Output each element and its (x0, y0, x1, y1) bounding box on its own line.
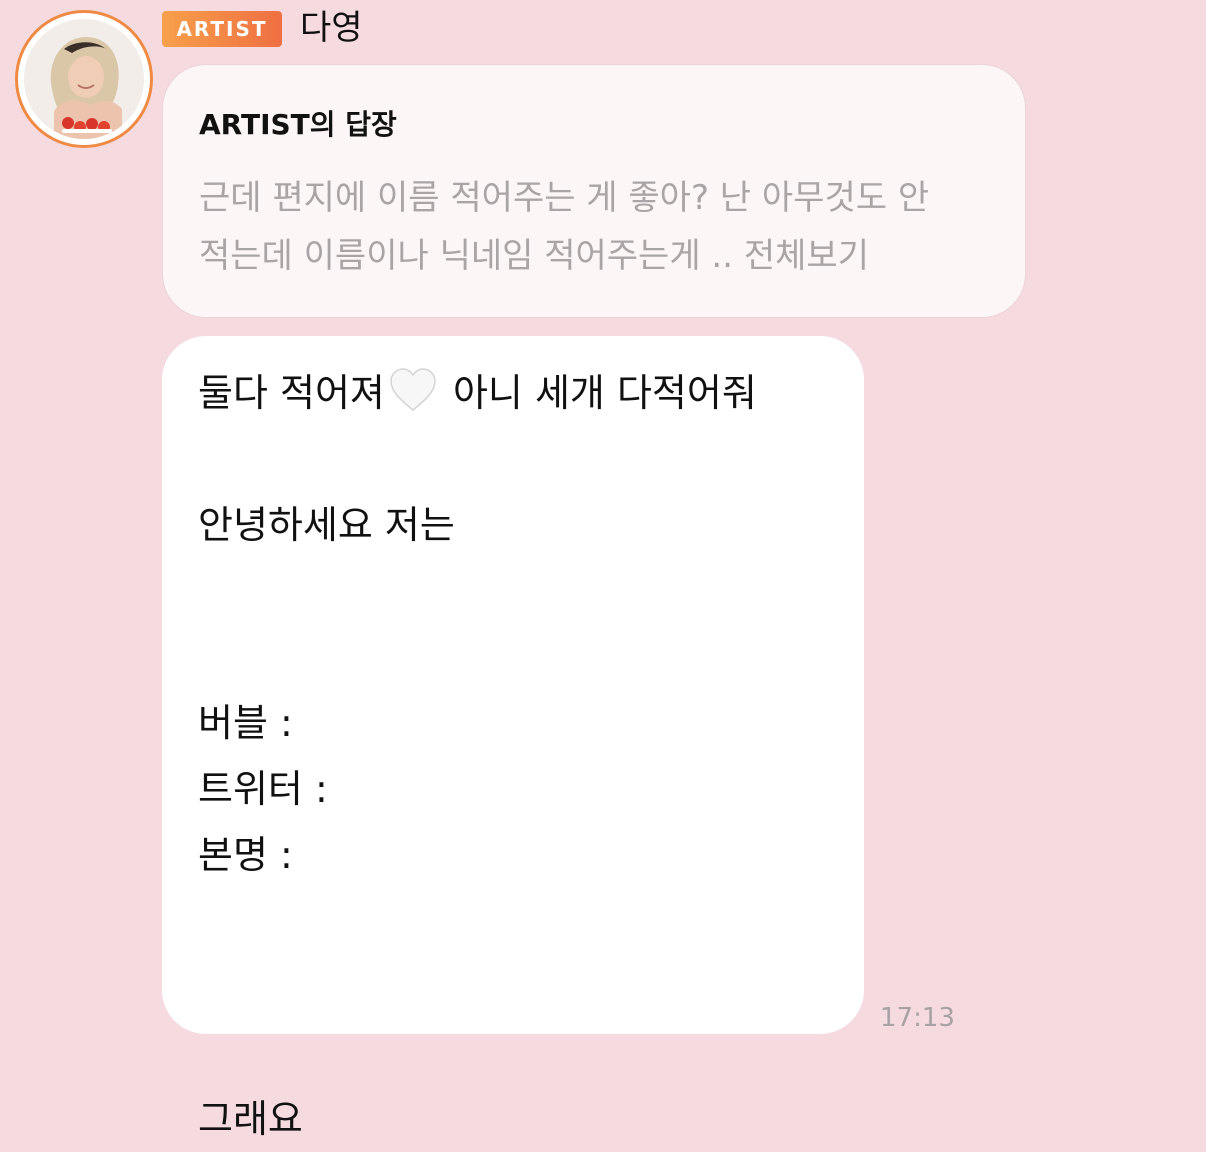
message-line: 안녕하세요 저는 (198, 503, 455, 547)
reply-preview-line: 근데 편지에 이름 적어주는 게 좋아? 난 아무것도 안 (199, 178, 930, 218)
message-timestamp: 17:13 (880, 1003, 955, 1033)
message-text: 둘다 적어져 (198, 371, 385, 415)
message-text: 아니 세개 다적어줘 (440, 371, 757, 415)
white-heart-emoji (387, 366, 439, 414)
sender-name: 다영 (300, 8, 363, 48)
artist-avatar-icon (24, 19, 144, 139)
reply-quote-bubble[interactable]: ARTIST의 답장 근데 편지에 이름 적어주는 게 좋아? 난 아무것도 안… (162, 64, 1026, 318)
artist-badge: ARTIST (162, 11, 282, 47)
message-line: 트위터 : (198, 767, 328, 811)
reply-preview-text: 근데 편지에 이름 적어주는 게 좋아? 난 아무것도 안 적는데 이름이나 닉… (199, 169, 989, 285)
message-bubble[interactable]: 둘다 적어져 아니 세개 다적어줘 안녕하세요 저는 버블 : 트위터 : 본명… (162, 336, 864, 1141)
reply-title: ARTIST의 답장 (199, 108, 397, 141)
message-line: 본명 : (198, 833, 293, 877)
artist-avatar[interactable] (15, 10, 153, 148)
message-line: 버블 : (198, 701, 293, 745)
reply-preview-line[interactable]: 적는데 이름이나 닉네임 적어주는게 .. 전체보기 (199, 227, 989, 285)
message-line: 그래요 (198, 1097, 303, 1141)
message-line: 둘다 적어져 아니 세개 다적어줘 (198, 360, 828, 426)
